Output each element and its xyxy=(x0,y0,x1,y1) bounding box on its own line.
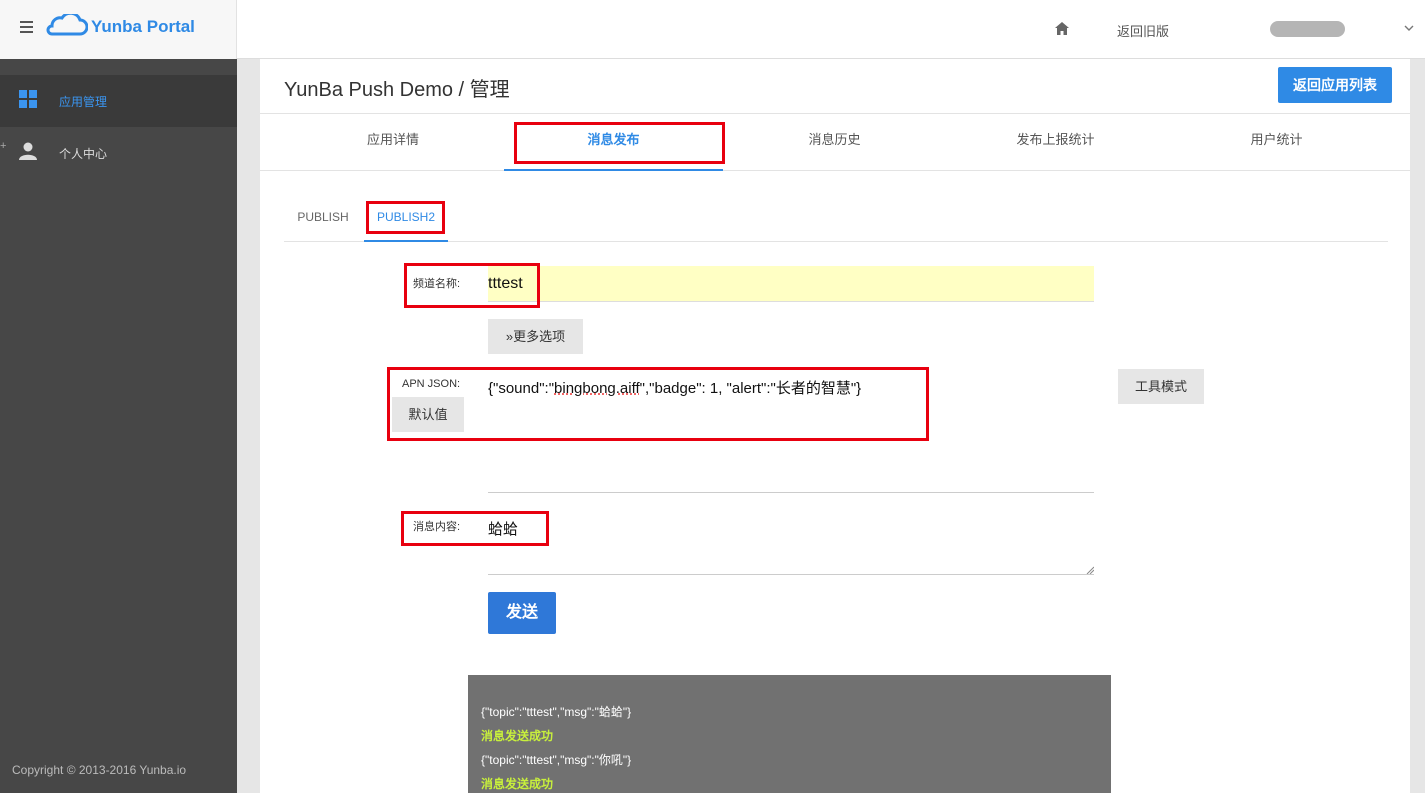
sidebar-item-label: 个人中心 xyxy=(59,147,108,161)
more-options-label: 更多选项 xyxy=(513,329,566,344)
channel-name-input[interactable]: tttest xyxy=(488,266,1094,302)
message-textarea-border xyxy=(488,574,1094,575)
console-line: {"topic":"tttest","msg":"蛤蛤"} xyxy=(481,705,632,719)
console-line: 消息发送成功 xyxy=(481,729,554,743)
console-line: 消息发送成功 xyxy=(481,777,554,791)
grid-icon xyxy=(19,90,37,108)
hamburger-menu-icon[interactable] xyxy=(20,21,33,33)
tool-mode-button[interactable]: 工具模式 xyxy=(1118,369,1204,404)
annotation-box-tab xyxy=(514,122,725,164)
resize-handle-icon[interactable] xyxy=(1086,566,1094,574)
page-title: YunBa Push Demo / 管理 xyxy=(284,79,510,101)
cloud-logo-icon xyxy=(46,14,88,36)
back-to-app-list-button[interactable]: 返回应用列表 xyxy=(1278,67,1392,103)
top-bar: Yunba Portal 返回旧版 xyxy=(0,0,1425,59)
console-line: {"topic":"tttest","msg":"你吼"} xyxy=(481,753,632,767)
sidebar: 应用管理 + 个人中心 Copyright © 2013-2016 Yunba.… xyxy=(0,59,237,793)
logo-area: Yunba Portal xyxy=(0,0,237,59)
home-icon[interactable] xyxy=(1055,22,1069,35)
tab-app-details[interactable]: 应用详情 xyxy=(284,114,502,171)
sidebar-item-personal-center[interactable]: + 个人中心 xyxy=(0,127,237,179)
tab-message-history[interactable]: 消息历史 xyxy=(725,114,944,171)
sub-tab-bar: PUBLISH PUBLISH2 xyxy=(284,199,1388,242)
user-name-redacted[interactable] xyxy=(1270,21,1345,37)
result-console: {"topic":"tttest","msg":"蛤蛤"} 消息发送成功 {"t… xyxy=(468,675,1111,793)
sidebar-item-label: 应用管理 xyxy=(59,95,108,109)
brand-name[interactable]: Yunba Portal xyxy=(91,17,195,37)
copyright-text: Copyright © 2013-2016 Yunba.io xyxy=(12,763,187,777)
tab-publish-report-stats[interactable]: 发布上报统计 xyxy=(946,114,1165,171)
more-options-button[interactable]: »更多选项 xyxy=(488,319,583,354)
chevron-down-icon[interactable] xyxy=(1404,23,1414,33)
tab-publish[interactable]: PUBLISH xyxy=(284,199,362,242)
tab-bar: 应用详情 消息发布 消息历史 发布上报统计 用户统计 xyxy=(260,114,1410,171)
annotation-box-message xyxy=(401,511,549,546)
apn-json-textarea-border xyxy=(488,492,1094,493)
tab-user-stats[interactable]: 用户统计 xyxy=(1167,114,1386,171)
annotation-box-subtab xyxy=(366,201,445,234)
user-icon xyxy=(19,142,37,160)
annotation-box-apn-json xyxy=(387,367,929,441)
annotation-box-channel xyxy=(404,263,540,308)
expand-plus-icon[interactable]: + xyxy=(0,140,6,152)
back-old-version-link[interactable]: 返回旧版 xyxy=(1117,21,1169,40)
send-button[interactable]: 发送 xyxy=(488,592,556,634)
sidebar-item-app-management[interactable]: 应用管理 xyxy=(0,75,237,127)
